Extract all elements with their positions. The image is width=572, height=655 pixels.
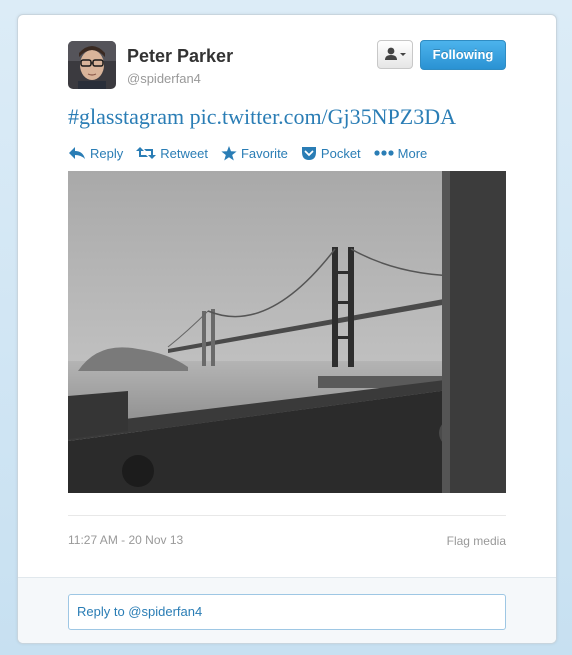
more-dots-icon (374, 150, 394, 156)
reply-icon (69, 147, 85, 159)
star-icon (221, 145, 237, 160)
avatar[interactable] (68, 41, 116, 89)
favorite-action[interactable]: Favorite (221, 145, 288, 161)
pocket-icon (301, 146, 316, 160)
tweet-card: Peter Parker @spiderfan4 Following #glas… (17, 14, 557, 644)
retweet-icon (136, 147, 157, 159)
reply-area: Reply to @spiderfan4 (18, 577, 556, 643)
meta-divider (68, 515, 506, 516)
user-fullname[interactable]: Peter Parker (127, 46, 233, 67)
retweet-label: Retweet (160, 145, 208, 161)
retweet-action[interactable]: Retweet (136, 146, 208, 161)
pocket-action[interactable]: Pocket (301, 146, 361, 161)
tweet-actions: Reply Retweet Favorite Pocket More (68, 144, 440, 162)
user-username[interactable]: @spiderfan4 (127, 71, 201, 86)
tweet-timestamp[interactable]: 11:27 AM - 20 Nov 13 (68, 533, 183, 547)
reply-label: Reply (90, 145, 124, 161)
more-action[interactable]: More (374, 145, 428, 161)
media-link[interactable]: pic.twitter.com/Gj35NPZ3DA (190, 104, 456, 129)
more-label: More (397, 145, 428, 161)
tweet-photo[interactable] (68, 171, 506, 493)
tweet-text: #glasstagram pic.twitter.com/Gj35NPZ3DA (68, 104, 456, 130)
person-dropdown-icon (385, 47, 406, 60)
hashtag-link[interactable]: #glasstagram (68, 104, 184, 129)
flag-media-link[interactable]: Flag media (447, 534, 506, 548)
reply-action[interactable]: Reply (68, 146, 123, 161)
favorite-label: Favorite (240, 145, 288, 161)
pocket-label: Pocket (320, 145, 361, 161)
following-button[interactable]: Following (420, 40, 506, 70)
user-actions-dropdown[interactable] (377, 40, 413, 69)
reply-input[interactable]: Reply to @spiderfan4 (68, 594, 506, 630)
